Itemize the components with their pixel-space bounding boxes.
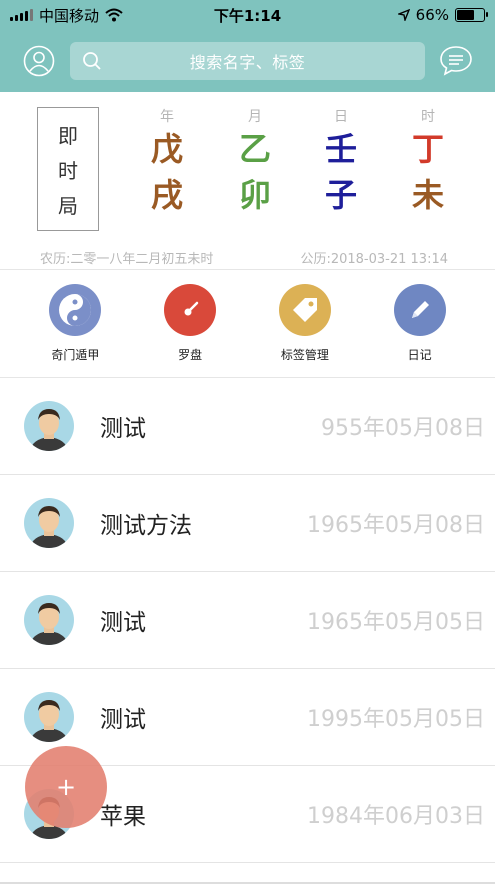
status-bar: 中国移动 下午1:14 66% [0, 0, 495, 30]
shortcut-compass[interactable]: 罗盘 [145, 284, 235, 363]
shortcut-label: 标签管理 [280, 348, 329, 362]
pillar-day: 日 壬 子 [311, 106, 371, 218]
avatar [24, 595, 74, 645]
record-date: 1995年05月05日 [307, 707, 485, 732]
search-placeholder: 搜索名字、标签 [189, 53, 306, 72]
pillar-label: 时 [421, 109, 435, 125]
user-icon [23, 45, 55, 77]
avatar [24, 692, 74, 742]
app-screen: 中国移动 下午1:14 66% 搜索名字、标签 即 时 局 年 戊 戌 月 乙 … [0, 0, 495, 884]
pillar-branch: 戌 [150, 176, 183, 214]
pillar-stem: 丁 [411, 130, 444, 168]
calendar-dates: 农历:二零一八年二月初五未时 公历:2018-03-21 13:14 [40, 248, 448, 267]
list-item[interactable]: 测试 1965年05月05日 [0, 572, 495, 669]
shortcut-tags[interactable]: 标签管理 [260, 284, 350, 363]
pillar-stem: 戊 [150, 130, 183, 168]
location-arrow-icon [397, 9, 410, 21]
wifi-icon [105, 8, 123, 22]
solar-date: 公历:2018-03-21 13:14 [300, 252, 448, 267]
lunar-date: 农历:二零一八年二月初五未时 [40, 252, 214, 267]
search-input[interactable]: 搜索名字、标签 [70, 42, 425, 80]
record-date: 1984年06月03日 [307, 804, 485, 829]
mode-char: 时 [58, 158, 78, 183]
record-name: 测试 [100, 707, 146, 733]
message-icon [440, 46, 472, 76]
messages-button[interactable] [439, 44, 473, 78]
pillar-label: 日 [334, 109, 348, 125]
avatar [24, 401, 74, 451]
avatar [24, 498, 74, 548]
shortcut-diary[interactable]: 日记 [375, 284, 465, 363]
shortcut-label: 日记 [407, 348, 432, 362]
pillar-stem: 乙 [238, 130, 271, 168]
record-date: 955年05月08日 [321, 416, 485, 441]
pillar-label: 月 [248, 109, 262, 125]
pillar-branch: 子 [324, 176, 357, 214]
mode-char: 即 [58, 123, 78, 148]
record-name: 苹果 [100, 804, 146, 830]
record-date: 1965年05月05日 [307, 610, 485, 635]
pillar-branch: 卯 [238, 176, 271, 214]
pillar-label: 年 [160, 109, 174, 125]
compass-icon [164, 284, 217, 336]
tag-icon [278, 284, 331, 336]
pillar-month: 月 乙 卯 [225, 106, 285, 218]
pillar-branch: 未 [411, 176, 444, 214]
header-bar: 搜索名字、标签 [0, 30, 495, 92]
carrier-label: 中国移动 [39, 6, 100, 25]
shortcut-label: 罗盘 [178, 348, 203, 362]
record-name: 测试 [100, 416, 146, 442]
signal-icon [10, 9, 33, 21]
pencil-icon [393, 284, 446, 336]
plus-icon: + [55, 773, 77, 801]
record-date: 1965年05月08日 [307, 513, 485, 538]
pillar-stem: 壬 [324, 130, 357, 168]
list-item[interactable]: 测试方法 1965年05月08日 [0, 475, 495, 572]
record-name: 测试方法 [100, 513, 192, 539]
mode-char: 局 [58, 193, 78, 218]
profile-button[interactable] [22, 44, 56, 78]
mode-selector[interactable]: 即 时 局 [37, 107, 99, 231]
add-record-button[interactable]: + [25, 746, 107, 828]
pillar-hour: 时 丁 未 [398, 106, 458, 218]
shortcut-label: 奇门遁甲 [51, 348, 100, 362]
search-icon [83, 52, 101, 70]
battery-icon [455, 8, 488, 22]
battery-percent: 66% [415, 6, 449, 24]
record-name: 测试 [100, 610, 146, 636]
pillar-year: 年 戊 戌 [137, 106, 197, 218]
list-item[interactable]: 测试 955年05月08日 [0, 378, 495, 475]
yin-yang-icon [49, 284, 102, 336]
shortcut-qimen[interactable]: 奇门遁甲 [30, 284, 120, 363]
calendar-panel: 即 时 局 年 戊 戌 月 乙 卯 日 壬 子 时 丁 未 农历:二零一八年二月… [0, 92, 495, 270]
shortcut-bar: 奇门遁甲 罗盘 标签管理 日记 [0, 270, 495, 378]
top-area: 中国移动 下午1:14 66% 搜索名字、标签 [0, 0, 495, 92]
